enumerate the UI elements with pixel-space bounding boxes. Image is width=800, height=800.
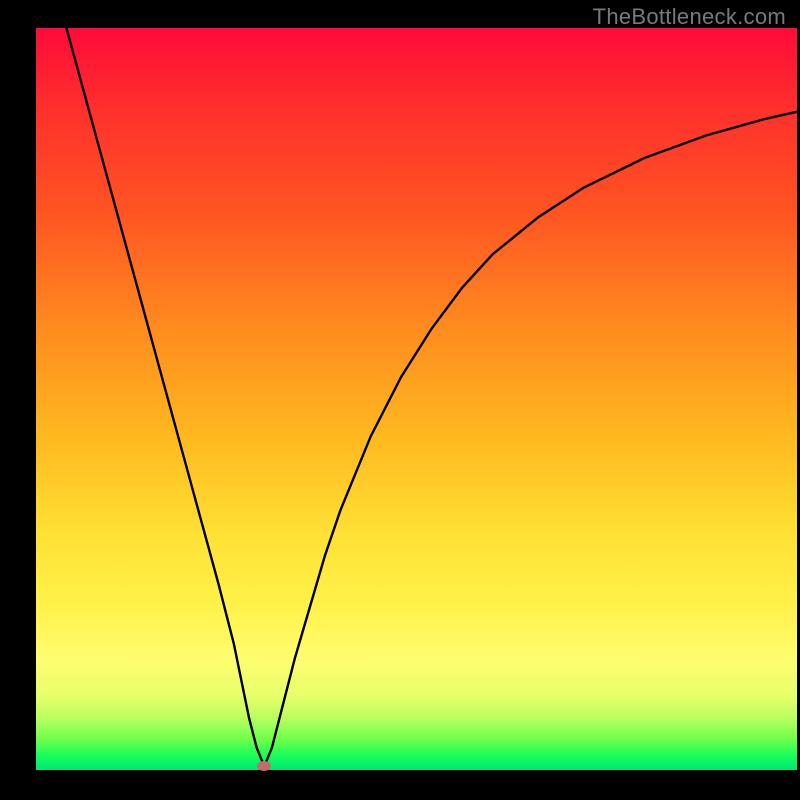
- optimal-point-marker: [257, 761, 271, 771]
- bottleneck-curve: [0, 0, 800, 800]
- chart-frame: TheBottleneck.com: [0, 0, 800, 800]
- watermark-text: TheBottleneck.com: [593, 4, 786, 30]
